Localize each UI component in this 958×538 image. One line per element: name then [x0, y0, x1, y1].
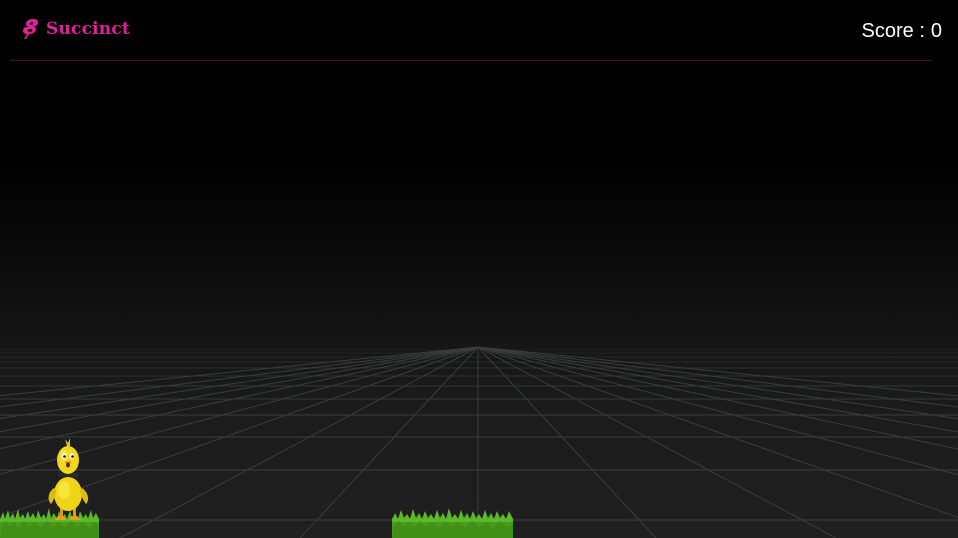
- header-divider: [10, 60, 932, 61]
- game-header: Succinct Score : 0: [0, 0, 958, 62]
- game-stage[interactable]: Succinct Score : 0: [0, 0, 958, 538]
- score-value: 0: [930, 20, 942, 42]
- brand-name: Succinct: [46, 19, 130, 39]
- player-chick-sprite: [48, 438, 89, 520]
- grid-floor: [0, 346, 958, 538]
- succinct-logo-icon: [23, 19, 38, 39]
- grass-platform-middle: [392, 508, 513, 538]
- brand-logo[interactable]: Succinct: [20, 17, 130, 41]
- score-label: Score :: [861, 20, 925, 42]
- score-display: Score : 0: [862, 18, 942, 44]
